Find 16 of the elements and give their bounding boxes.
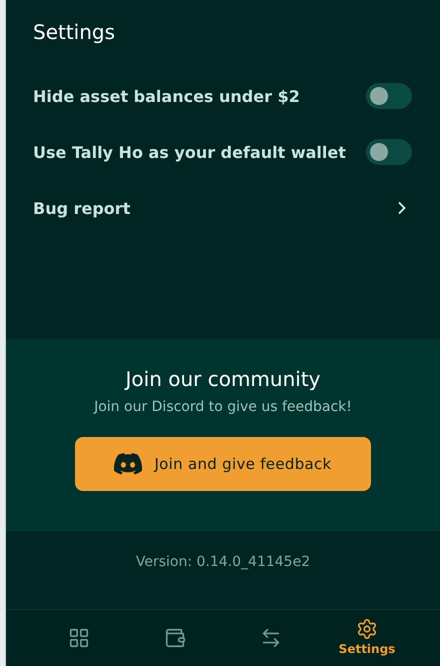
settings-icon bbox=[356, 618, 378, 640]
grid-icon bbox=[68, 627, 90, 649]
page-title: Settings bbox=[32, 19, 116, 46]
nav-tab[interactable]: Settings bbox=[339, 608, 395, 666]
community-subtitle: Join our Discord to give us feedback! bbox=[94, 399, 352, 415]
join-button[interactable]: Join and give feedback bbox=[75, 437, 371, 491]
wallet-icon bbox=[164, 627, 186, 649]
setting-label: Use Tally Ho as your default wallet bbox=[33, 142, 346, 162]
community-title: Join our community bbox=[126, 367, 320, 391]
setting-label: Hide asset balances under $2 bbox=[33, 86, 300, 106]
setting-label: Bug report bbox=[33, 198, 130, 218]
version-text: Version: 0.14.0_41145e2 bbox=[134, 553, 312, 572]
swap-icon bbox=[260, 627, 282, 649]
toggle-switch[interactable] bbox=[366, 139, 412, 165]
toggle-switch[interactable] bbox=[366, 83, 412, 109]
discord-icon bbox=[114, 453, 142, 475]
